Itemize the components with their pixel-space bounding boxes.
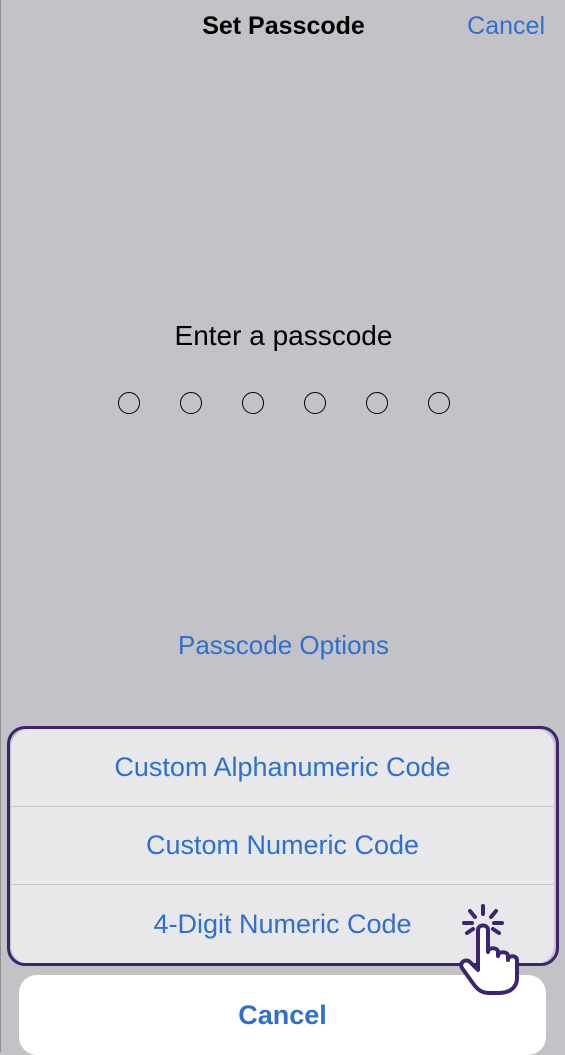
set-passcode-screen: Set Passcode Cancel Enter a passcode Pas… (0, 0, 565, 1055)
nav-cancel-button[interactable]: Cancel (467, 12, 545, 41)
option-custom-numeric-code[interactable]: Custom Numeric Code (11, 807, 554, 885)
passcode-dots (1, 392, 565, 414)
option-custom-alphanumeric-code[interactable]: Custom Alphanumeric Code (11, 729, 554, 807)
sheet-cancel-button[interactable]: Cancel (19, 975, 546, 1055)
passcode-dot (303, 392, 326, 414)
passcode-dot (365, 392, 388, 414)
passcode-dot (427, 392, 450, 414)
option-4-digit-numeric-code[interactable]: 4-Digit Numeric Code (11, 885, 554, 963)
passcode-dot (179, 392, 202, 414)
passcode-options-sheet: Custom Alphanumeric Code Custom Numeric … (11, 729, 554, 964)
passcode-dot (241, 392, 264, 414)
passcode-options-link[interactable]: Passcode Options (1, 630, 565, 661)
passcode-prompt: Enter a passcode (174, 320, 393, 351)
passcode-dot (117, 392, 140, 414)
